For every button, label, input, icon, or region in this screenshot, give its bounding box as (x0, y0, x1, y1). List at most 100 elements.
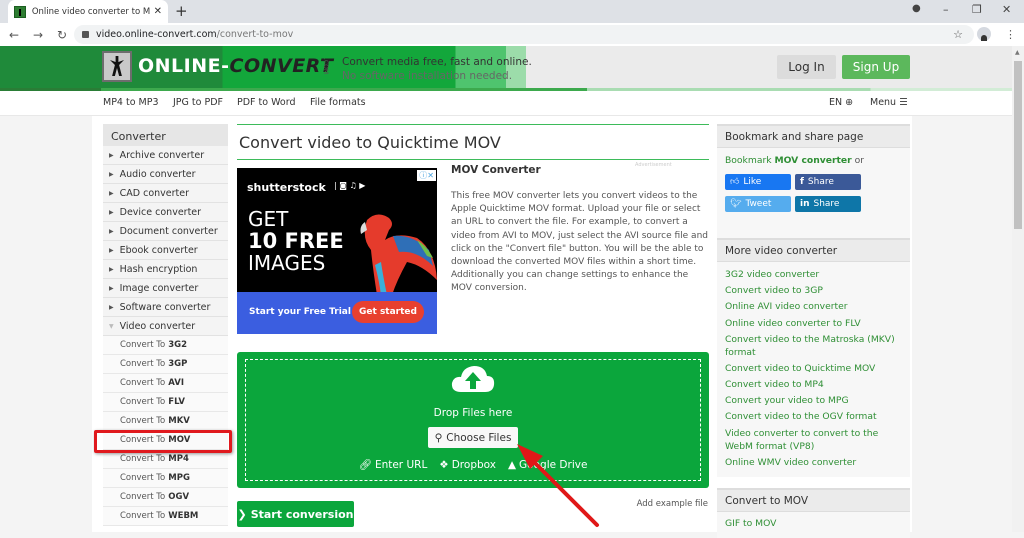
bookmark-heading: Bookmark and share page (717, 124, 910, 148)
thumbs-up-icon: 👍︎ (730, 177, 740, 187)
more-link-3gp[interactable]: Convert video to 3GP (725, 283, 902, 299)
language-selector[interactable]: EN ⊕ (829, 97, 853, 108)
sidebar-item-ebook[interactable]: ▶ Ebook converter (103, 241, 228, 260)
logo[interactable]: ONLINE-CONVERT (138, 55, 333, 77)
more-link-mpg[interactable]: Convert your video to MPG (725, 393, 902, 409)
nav-link-pdf-to-word[interactable]: PDF to Word (237, 97, 296, 108)
facebook-like-button[interactable]: 👍︎ Like (725, 174, 791, 190)
sidebar-item-audio[interactable]: ▶ Audio converter (103, 165, 228, 184)
add-example-file-link[interactable]: Add example file (637, 499, 708, 509)
login-button[interactable]: Log In (777, 55, 836, 79)
subitem-format: WEBM (168, 511, 199, 521)
start-conversion-button[interactable]: ❯ Start conversion (237, 501, 354, 527)
scroll-up-icon[interactable]: ▲ (1015, 49, 1020, 56)
tweet-button[interactable]: 🐦︎ Tweet (725, 196, 791, 212)
tab-title: Online video converter to MOV f (31, 6, 150, 17)
logo-icon[interactable] (102, 51, 132, 82)
sidebar-item-document[interactable]: ▶ Document converter (103, 222, 228, 241)
browser-menu-icon[interactable]: ⋮ (1005, 28, 1016, 41)
more-link-3g2[interactable]: 3G2 video converter (725, 267, 902, 283)
sidebar-item-software[interactable]: ▶ Software converter (103, 298, 228, 317)
back-button[interactable]: ← (2, 28, 26, 42)
dropbox-link[interactable]: ❖ Dropbox (439, 458, 496, 471)
tab-close-icon[interactable]: ✕ (154, 6, 162, 17)
sidebar-item-image[interactable]: ▶ Image converter (103, 279, 228, 298)
more-link-flv[interactable]: Online video converter to FLV (725, 316, 902, 332)
bookmark-or: or (854, 155, 865, 166)
bookmark-star-icon[interactable]: ☆ (953, 28, 963, 41)
sidebar-item-label: Document converter (119, 225, 218, 237)
nav-link-mp4-to-mp3[interactable]: MP4 to MP3 (103, 97, 159, 108)
more-link-ogv[interactable]: Convert video to the OGV format (725, 409, 902, 425)
forward-button[interactable]: → (26, 28, 50, 42)
ad-get-started-button[interactable]: Get started (352, 301, 424, 323)
ad-close-icon[interactable]: ⓘ✕ (417, 170, 436, 181)
more-link-mov[interactable]: Convert video to Quicktime MOV (725, 361, 902, 377)
logo-com: .COM (322, 58, 329, 74)
enter-url-link[interactable]: 🔗︎ Enter URL (359, 458, 428, 472)
sidebar-subitem-3gp[interactable]: Convert To 3GP (103, 355, 228, 374)
more-video-converter-panel: More video converter 3G2 video converter… (717, 238, 910, 477)
highlight-box-mov (94, 430, 232, 453)
subitem-prefix: Convert To (120, 492, 166, 502)
lock-icon (82, 31, 89, 38)
sidebar-subitem-webm[interactable]: Convert To WEBM (103, 507, 228, 526)
sidebar-subitem-mkv[interactable]: Convert To MKV (103, 412, 228, 431)
media-control-icon[interactable]: ● (912, 3, 921, 14)
sidebar-subitem-ogv[interactable]: Convert To OGV (103, 488, 228, 507)
sidebar-item-archive[interactable]: ▶ Archive converter (103, 146, 228, 165)
scrollbar-thumb[interactable] (1014, 61, 1022, 229)
caret-right-icon: ▶ (109, 208, 114, 216)
more-link-wmv[interactable]: Online WMV video converter (725, 455, 902, 471)
reload-button[interactable]: ↻ (50, 28, 74, 42)
sidebar-subitem-3g2[interactable]: Convert To 3G2 (103, 336, 228, 355)
sidebar-item-label: Image converter (119, 282, 199, 294)
sidebar-item-label: Video converter (119, 320, 196, 332)
sidebar-item-video[interactable]: ▼ Video converter (103, 317, 228, 336)
more-link-webm[interactable]: Video converter to convert to the WebM f… (725, 426, 902, 455)
sidebar-item-label: Hash encryption (119, 263, 198, 275)
subitem-format: AVI (168, 378, 185, 388)
google-drive-link[interactable]: ▲ Google Drive (508, 458, 587, 471)
signup-button[interactable]: Sign Up (842, 55, 910, 79)
sidebar-subitem-mpg[interactable]: Convert To MPG (103, 469, 228, 488)
more-link-mp4[interactable]: Convert video to MP4 (725, 377, 902, 393)
file-drop-zone[interactable]: Drop Files here ⚲ Choose Files 🔗︎ Enter U… (237, 352, 709, 488)
convert-link-gif-to-mov[interactable]: GIF to MOV (725, 516, 902, 532)
profile-avatar[interactable] (977, 27, 991, 41)
page-scrollbar[interactable]: ▲ (1012, 46, 1024, 532)
caret-right-icon: ▶ (109, 246, 114, 254)
url-field[interactable]: video.online-convert.com/convert-to-mov (74, 25, 974, 44)
browser-tab[interactable]: Online video converter to MOV f ✕ (8, 0, 168, 23)
ad-trial-text: Start your Free Trial (249, 307, 351, 317)
subitem-prefix: Convert To (120, 359, 166, 369)
convert-to-mov-panel: Convert to MOV GIF to MOV (717, 488, 910, 538)
more-link-mkv[interactable]: Convert video to the Matroska (MKV) form… (725, 332, 902, 361)
sidebar-item-device[interactable]: ▶ Device converter (103, 203, 228, 222)
close-window-button[interactable]: ✕ (1002, 3, 1011, 16)
converter-description: MOV Converter This free MOV converter le… (451, 164, 711, 296)
sidebar-subitem-flv[interactable]: Convert To FLV (103, 393, 228, 412)
caret-right-icon: ▶ (109, 284, 114, 292)
search-icon: ⚲ (434, 431, 443, 444)
choose-files-button[interactable]: ⚲ Choose Files (428, 427, 518, 448)
advertisement[interactable]: shutterstock | ◙ ♫ ▶ ⓘ✕ GET 10 FREE IMAG… (237, 168, 437, 334)
caret-right-icon: ▶ (109, 189, 114, 197)
subitem-prefix: Convert To (120, 397, 166, 407)
maximize-button[interactable]: ❐ (972, 3, 982, 16)
nav-link-file-formats[interactable]: File formats (310, 97, 366, 108)
sidebar-item-cad[interactable]: ▶ CAD converter (103, 184, 228, 203)
facebook-share-button[interactable]: f Share (795, 174, 861, 190)
sidebar-subitem-avi[interactable]: Convert To AVI (103, 374, 228, 393)
sidebar-item-hash[interactable]: ▶ Hash encryption (103, 260, 228, 279)
bookmark-page-link[interactable]: MOV converter (774, 155, 851, 166)
nav-link-jpg-to-pdf[interactable]: JPG to PDF (173, 97, 223, 108)
menu-button[interactable]: Menu ☰ (870, 97, 908, 108)
linkedin-share-button[interactable]: in Share (795, 196, 861, 212)
bookmark-link[interactable]: Bookmark (725, 155, 772, 166)
new-tab-button[interactable]: + (175, 2, 188, 20)
subitem-format: MKV (168, 416, 190, 426)
minimize-button[interactable]: – (943, 3, 949, 16)
more-link-avi[interactable]: Online AVI video converter (725, 299, 902, 315)
google-drive-icon: ▲ (507, 458, 517, 471)
